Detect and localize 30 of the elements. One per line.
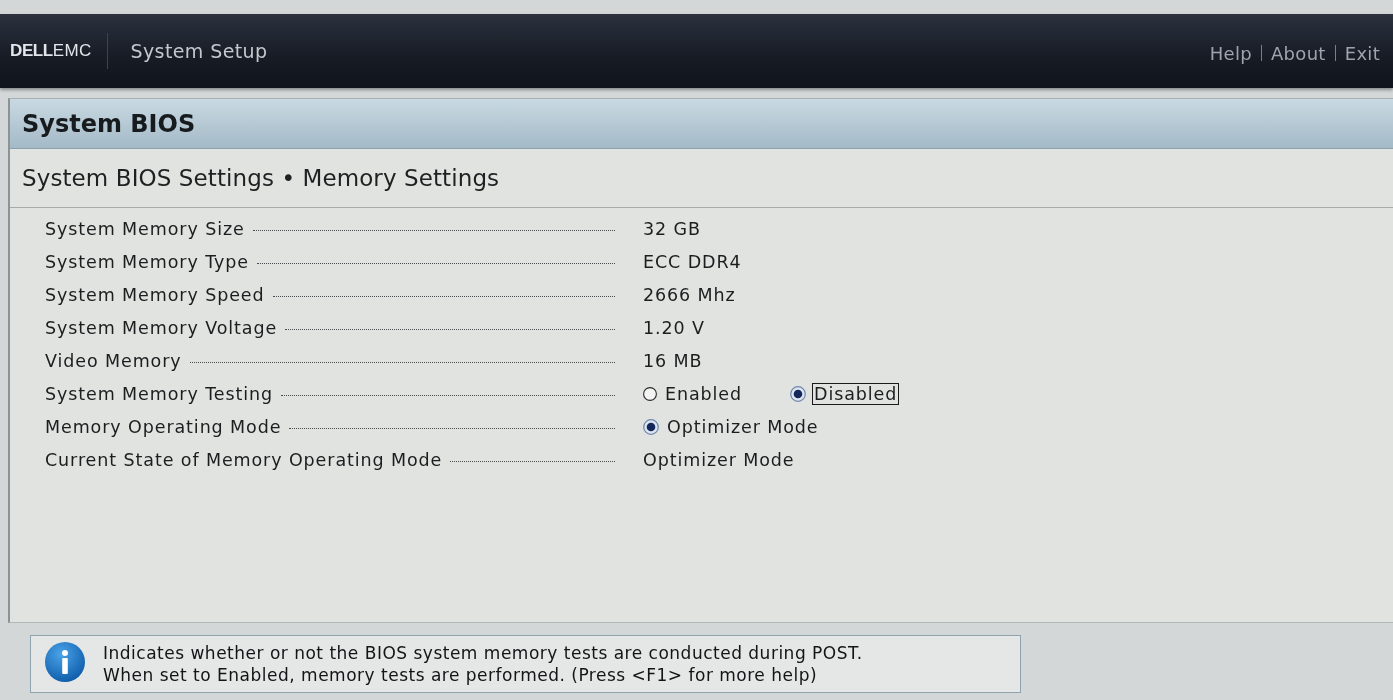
- setting-label: System Memory Size: [45, 218, 245, 239]
- setting-label: System Memory Speed: [45, 284, 265, 305]
- setting-value: 16 MB: [643, 350, 703, 371]
- nav-link[interactable]: Help: [1209, 42, 1252, 64]
- page-title: System BIOS: [22, 109, 196, 138]
- app-title: System Setup: [130, 40, 268, 62]
- radio-label[interactable]: Enabled: [663, 382, 745, 405]
- help-text: Indicates whether or not the BIOS system memory tests are conducted during POST.: [103, 642, 863, 664]
- setting-value: ECC DDR4: [643, 251, 742, 272]
- setting-value: 2666 Mhz: [643, 284, 736, 305]
- brand-logo: DELLEMC: [10, 41, 92, 61]
- setting-label: System Memory Testing: [45, 383, 273, 404]
- radio-button[interactable]: [790, 385, 807, 402]
- setting-value: Optimizer Mode: [643, 449, 795, 470]
- info-icon: [45, 642, 85, 682]
- help-text: When set to Enabled, memory tests are performed. (Press <F1> for more help): [103, 664, 819, 686]
- nav-link[interactable]: Exit: [1344, 42, 1380, 64]
- radio-button[interactable]: [643, 386, 657, 401]
- setting-value: 1.20 V: [643, 317, 705, 338]
- breadcrumb: System BIOS Settings • Memory Settings: [22, 165, 500, 191]
- radio-button[interactable]: [643, 418, 659, 435]
- setting-label: Video Memory: [45, 350, 182, 371]
- setting-label: System Memory Type: [45, 251, 249, 272]
- radio-label[interactable]: Optimizer Mode: [665, 415, 821, 438]
- setting-label: Current State of Memory Operating Mode: [45, 449, 443, 470]
- setting-value: 32 GB: [643, 218, 701, 239]
- setting-label: System Memory Voltage: [45, 317, 278, 338]
- setting-label: Memory Operating Mode: [45, 416, 282, 437]
- radio-label[interactable]: Disabled: [812, 382, 900, 405]
- nav-link[interactable]: About: [1271, 42, 1326, 64]
